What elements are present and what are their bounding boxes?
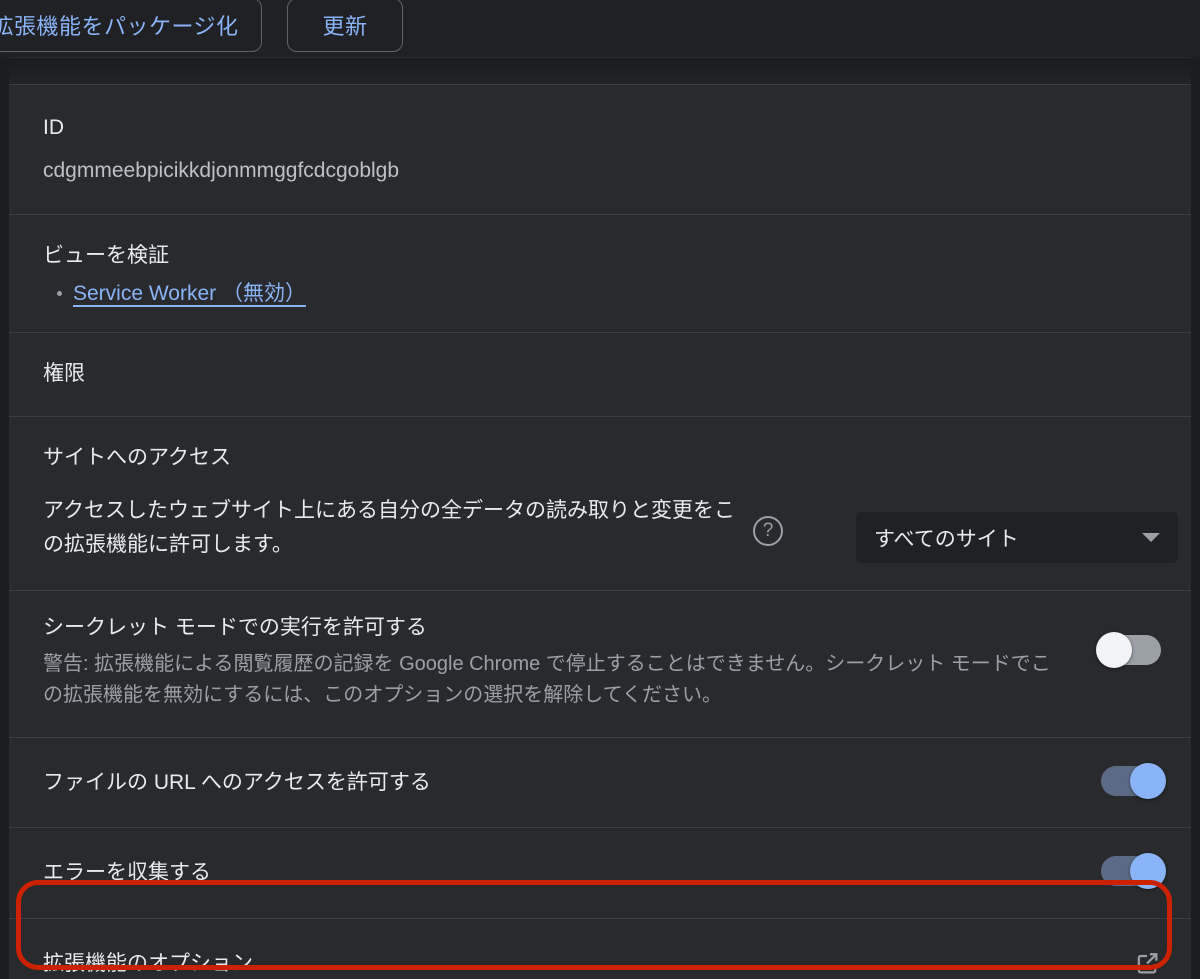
file-urls-toggle[interactable] (1101, 762, 1166, 799)
site-access-description: アクセスしたウェブサイト上にある自分の全データの読み取りと変更をこの拡張機能に許… (43, 499, 735, 557)
toggle-knob (1130, 762, 1166, 799)
row-site-access: サイトへのアクセス アクセスしたウェブサイト上にある自分の全データの読み取りと変… (9, 417, 1191, 592)
collect-errors-title: エラーを収集する (43, 861, 211, 885)
site-access-select[interactable]: すべてのサイト (856, 512, 1178, 564)
toggle-knob (1130, 853, 1166, 890)
extensions-toolbar: 拡張機能をパッケージ化 更新 (0, 0, 1200, 57)
toolbar-shadow (0, 57, 1200, 85)
chevron-down-icon (1142, 533, 1160, 543)
extension-details-page: 拡張機能をパッケージ化 更新 ID cdgmmeebpicikkdjonmmgg… (0, 0, 1200, 979)
extension-options-title: 拡張機能のオプション (43, 951, 253, 975)
id-value: cdgmmeebpicikkdjonmmggfcdcgoblgb (43, 159, 400, 183)
incognito-warning: 警告: 拡張機能による閲覧履歴の記録を Google Chrome で停止するこ… (43, 652, 1051, 706)
id-label: ID (43, 116, 64, 139)
row-permissions: 権限 (9, 332, 1191, 418)
row-collect-errors: エラーを収集する (9, 828, 1191, 919)
row-allow-file-urls: ファイルの URL へのアクセスを許可する (9, 737, 1191, 829)
question-mark-icon[interactable]: ? (753, 516, 783, 547)
list-item: Service Worker （無効） (57, 278, 1157, 310)
permissions-label: 権限 (43, 361, 85, 385)
page-right-gutter (1191, 57, 1200, 979)
pack-extension-button[interactable]: 拡張機能をパッケージ化 (0, 0, 262, 52)
row-inspect-views: ビューを検証 Service Worker （無効） (9, 214, 1191, 333)
incognito-toggle[interactable] (1096, 632, 1161, 669)
collect-errors-toggle[interactable] (1101, 853, 1166, 890)
extension-details-card: ID cdgmmeebpicikkdjonmmggfcdcgoblgb ビューを… (9, 84, 1191, 979)
open-in-new-icon[interactable] (1133, 949, 1161, 977)
page-left-gutter (0, 57, 9, 979)
service-worker-link[interactable]: Service Worker （無効） (73, 282, 306, 305)
site-access-selected-value: すべてのサイト (874, 527, 1019, 551)
row-extension-id: ID cdgmmeebpicikkdjonmmggfcdcgoblgb (9, 85, 1191, 215)
file-urls-title: ファイルの URL へのアクセスを許可する (43, 770, 431, 794)
row-extension-options[interactable]: 拡張機能のオプション (9, 918, 1191, 979)
update-button[interactable]: 更新 (287, 0, 403, 52)
inspect-views-list: Service Worker （無効） (43, 278, 1157, 310)
row-allow-incognito: シークレット モードでの実行を許可する 警告: 拡張機能による閲覧履歴の記録を … (9, 591, 1191, 738)
site-access-title: サイトへのアクセス (43, 446, 231, 470)
incognito-title: シークレット モードでの実行を許可する (43, 616, 427, 640)
toggle-knob (1096, 632, 1132, 669)
inspect-views-label: ビューを検証 (43, 243, 169, 267)
